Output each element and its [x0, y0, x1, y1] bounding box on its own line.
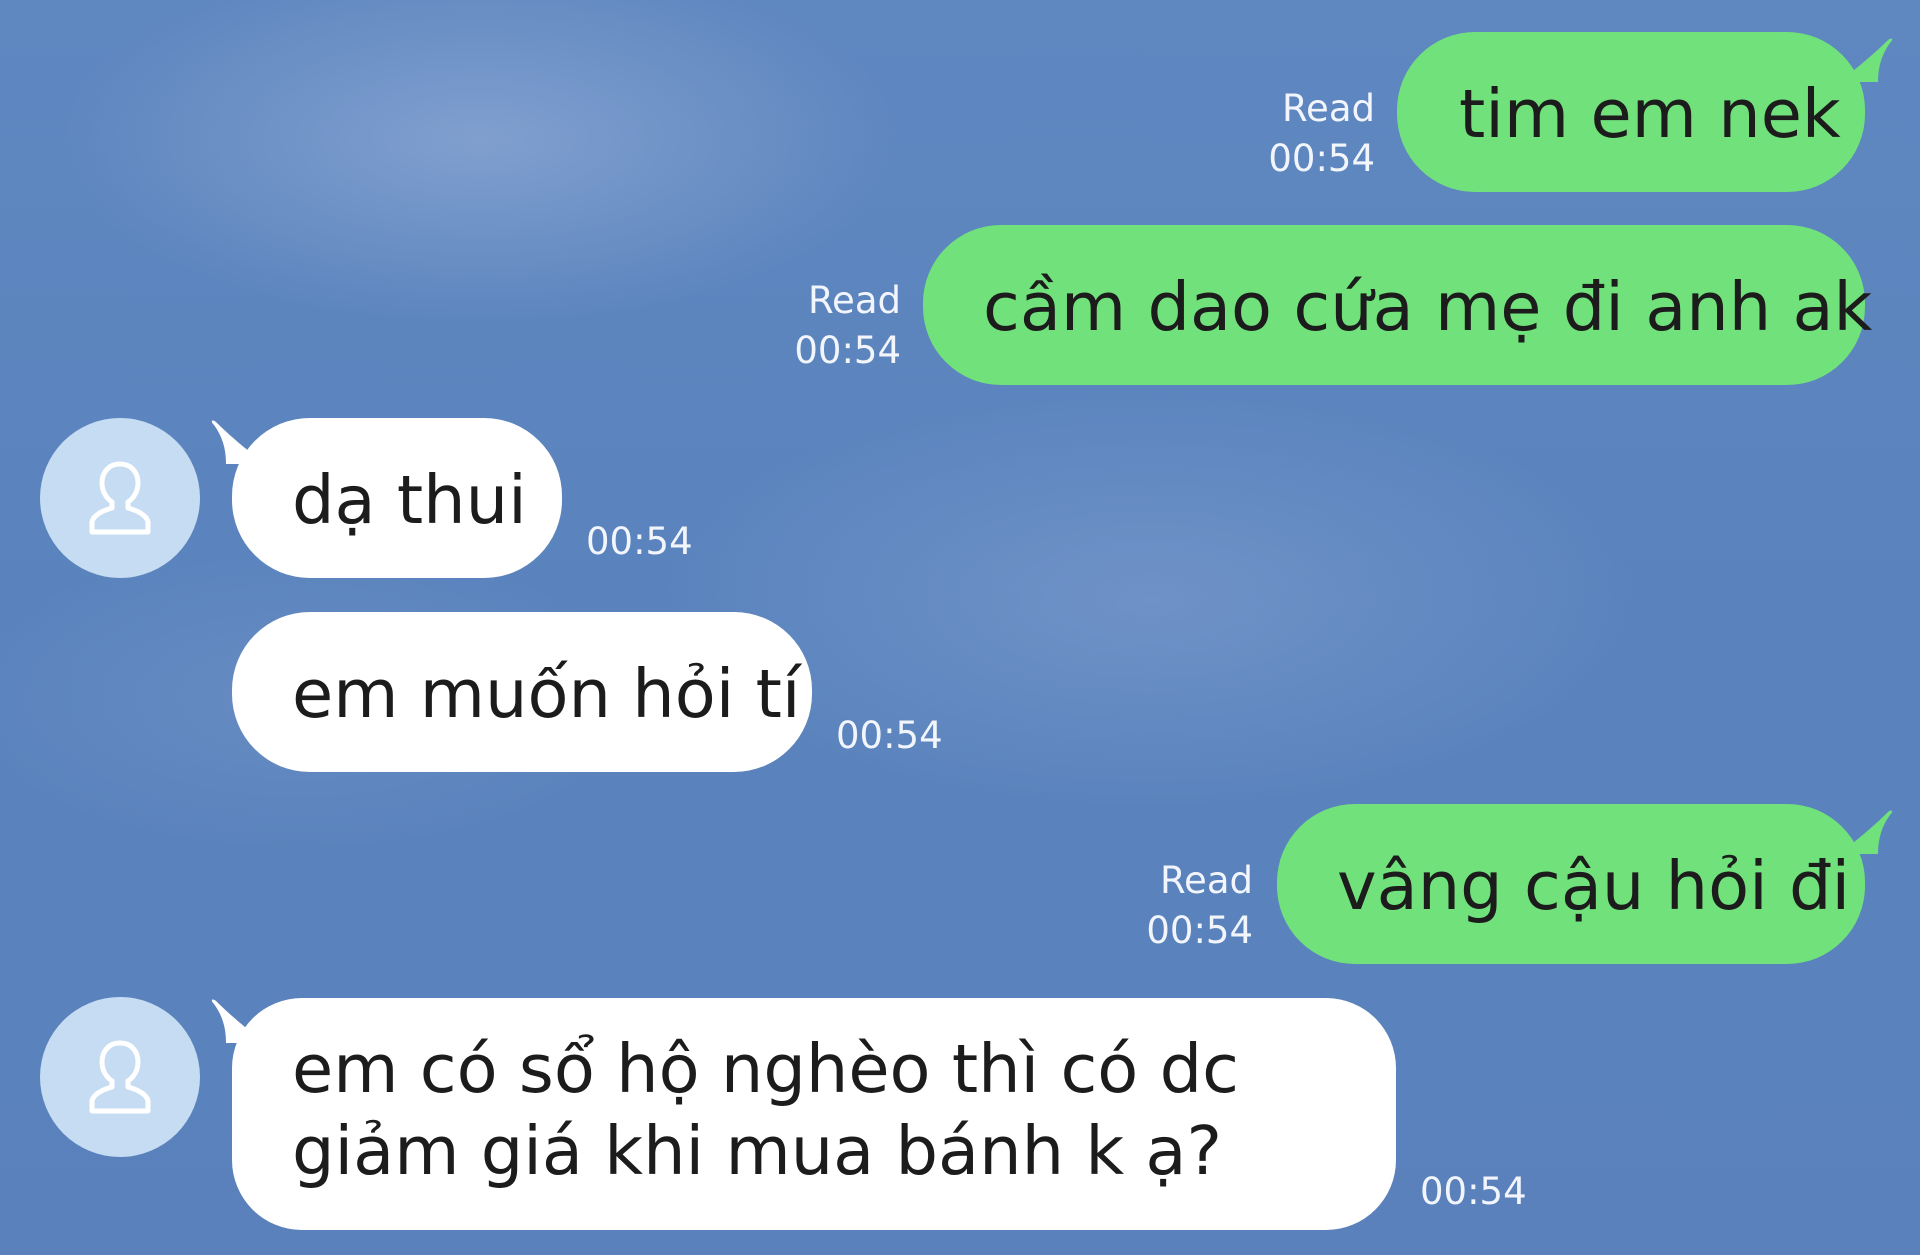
message-bubble[interactable]: dạ thui [232, 418, 562, 578]
message-meta: Read 00:54 [1108, 856, 1253, 956]
message-text: tim em nek [1459, 75, 1841, 153]
message-time: 00:54 [1146, 909, 1253, 952]
message-text-line: em có sổ hộ nghèo thì có dc [292, 1030, 1239, 1108]
message-time: 00:54 [1268, 137, 1375, 180]
person-outline-icon [89, 461, 151, 535]
message-time: 00:54 [794, 329, 901, 372]
message-meta: Read 00:54 [756, 276, 901, 376]
message-bubble[interactable]: cầm dao cứa mẹ đi anh ak [923, 225, 1872, 385]
read-receipt: Read [1282, 87, 1375, 130]
message-bubble[interactable]: tim em nek [1397, 32, 1865, 192]
message-text: em muốn hỏi tí [292, 655, 801, 733]
message-text-line: giảm giá khi mua bánh k ạ? [292, 1112, 1223, 1190]
read-receipt: Read [808, 279, 901, 322]
bubble-tail [1838, 38, 1894, 82]
person-outline-icon [89, 1040, 151, 1114]
message-text: vâng cậu hỏi đi [1337, 847, 1851, 925]
message-time: 00:54 [586, 520, 693, 563]
message-meta: Read 00:54 [1230, 84, 1375, 184]
message-text: cầm dao cứa mẹ đi anh ak [983, 268, 1873, 346]
message-bubble[interactable]: vâng cậu hỏi đi [1277, 804, 1865, 964]
read-receipt: Read [1160, 859, 1253, 902]
message-time: 00:54 [1420, 1170, 1527, 1213]
chat-window: Read 00:54 tim em nek Read 00:54 cầm dao… [0, 0, 1920, 1255]
message-bubble[interactable]: em có sổ hộ nghèo thì có dc giảm giá khi… [232, 998, 1396, 1230]
avatar[interactable] [40, 418, 200, 578]
bubble-tail [1838, 810, 1894, 854]
message-time: 00:54 [836, 714, 943, 757]
message-text: dạ thui [292, 461, 527, 539]
message-bubble[interactable]: em muốn hỏi tí [232, 612, 812, 772]
avatar[interactable] [40, 997, 200, 1157]
